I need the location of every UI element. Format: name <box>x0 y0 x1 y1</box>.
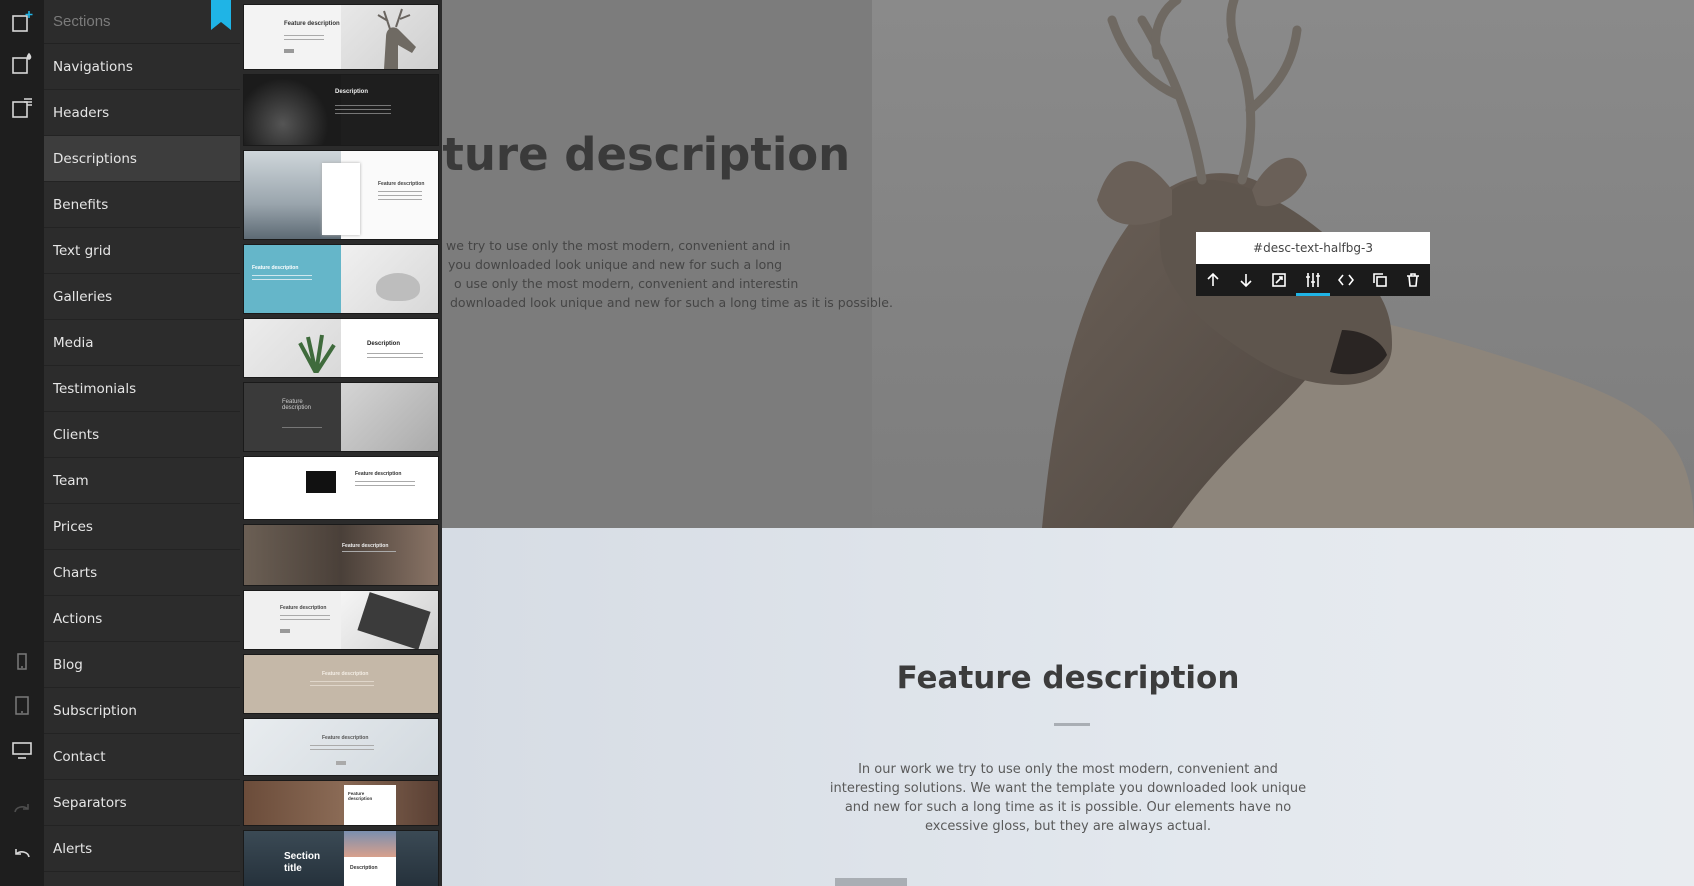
sidebar-item-contact[interactable]: Contact <box>44 734 240 780</box>
sidebar-item-headers[interactable]: Headers <box>44 90 240 136</box>
thumbnail-label: Description <box>367 341 401 347</box>
page-canvas: ature description we try to use only the… <box>442 0 1694 886</box>
sidebar-item-testimonials[interactable]: Testimonials <box>44 366 240 412</box>
desktop-view-icon <box>12 742 32 759</box>
add-section-icon <box>12 11 33 32</box>
section-button[interactable] <box>835 878 907 886</box>
sidebar-item-alerts[interactable]: Alerts <box>44 826 240 872</box>
section-id-label: #desc-text-halfbg-3 <box>1196 232 1430 264</box>
redo-icon <box>14 804 29 813</box>
thumbnail-label: Feature description <box>378 181 425 187</box>
settings-icon <box>1305 273 1320 287</box>
thumbnail-item[interactable]: Section title Description <box>243 830 439 886</box>
thumbnail-item[interactable]: Feature description <box>243 524 439 586</box>
sidebar-item-galleries[interactable]: Galleries <box>44 274 240 320</box>
thumbnail-label: Feature description <box>355 471 402 477</box>
toolbar-buttons <box>1196 264 1430 296</box>
sidebar-item-navigations[interactable]: Navigations <box>44 44 240 90</box>
thumbnail-item[interactable]: Description <box>243 74 439 146</box>
duplicate-icon <box>1372 273 1387 287</box>
sidebar-item-descriptions[interactable]: Descriptions <box>44 136 240 182</box>
tablet-view-icon <box>15 696 29 715</box>
section-feature-description[interactable]: Feature description In our work we try t… <box>442 528 1694 886</box>
add-section-button[interactable] <box>0 0 44 44</box>
delete-button[interactable] <box>1396 264 1429 296</box>
text-line: we try to use only the most modern, conv… <box>446 238 791 253</box>
redo-button[interactable] <box>0 786 44 830</box>
code-icon <box>1338 274 1355 286</box>
undo-icon <box>15 849 30 858</box>
thumbnail-sublabel: Description <box>350 865 378 871</box>
delete-icon <box>1407 273 1420 287</box>
thumbnail-label: Feature description <box>282 399 312 411</box>
sidebar-item-charts[interactable]: Charts <box>44 550 240 596</box>
section-text: In our work we try to use only the most … <box>632 760 1504 836</box>
section-paragraph: In our work we try to use only the most … <box>829 762 1307 834</box>
thumbnail-label: Feature description <box>348 791 373 801</box>
thumbnail-label: Feature description <box>322 671 369 677</box>
thumbnail-item[interactable]: Feature description <box>243 456 439 520</box>
sidebar-item-actions[interactable]: Actions <box>44 596 240 642</box>
add-styled-section-button[interactable] <box>0 42 44 86</box>
sidebar-item-team[interactable]: Team <box>44 458 240 504</box>
section-toolbar: #desc-text-halfbg-3 <box>1196 232 1430 296</box>
move-down-icon <box>1240 274 1252 288</box>
thumbnail-label: Section title <box>284 851 321 874</box>
undo-button[interactable] <box>0 830 44 874</box>
code-button[interactable] <box>1330 264 1363 296</box>
thumbnail-label: Feature description <box>284 21 340 27</box>
thumbnail-item[interactable]: Feature description <box>243 654 439 714</box>
sidebar-item-prices[interactable]: Prices <box>44 504 240 550</box>
section-thumbnails: Feature description Description Feature … <box>240 0 442 886</box>
crop-icon <box>1272 273 1287 287</box>
section-list-icon <box>12 98 32 118</box>
sidebar-item-text-grid[interactable]: Text grid <box>44 228 240 274</box>
thumbnail-label: Description <box>335 89 369 95</box>
thumbnail-item[interactable]: Feature description <box>243 150 439 240</box>
section-desc-text-halfbg[interactable]: ature description we try to use only the… <box>442 0 1694 528</box>
section-category-menu: Sections Navigations Headers Descriptions B… <box>44 0 240 886</box>
move-down-button[interactable] <box>1229 264 1262 296</box>
mobile-view-button[interactable] <box>0 640 44 684</box>
thumbnail-item[interactable]: Feature description <box>243 780 439 826</box>
settings-button[interactable] <box>1296 264 1330 296</box>
title-divider <box>1054 723 1090 726</box>
sidebar-item-media[interactable]: Media <box>44 320 240 366</box>
text-line: you downloaded look unique and new for s… <box>448 257 783 272</box>
thumbnail-label: Feature description <box>252 265 299 271</box>
thumbnail-item[interactable]: Feature description <box>243 382 439 452</box>
thumbnail-item[interactable]: Feature description <box>243 244 439 314</box>
section-text: we try to use only the most modern, conv… <box>446 236 893 312</box>
text-line: o use only the most modern, convenient a… <box>454 276 799 291</box>
tablet-view-button[interactable] <box>0 684 44 728</box>
thumbnail-item[interactable]: Description <box>243 318 439 378</box>
tool-rail <box>0 0 44 886</box>
thumbnail-item[interactable]: Feature description <box>243 718 439 776</box>
thumbnail-item[interactable]: Feature description <box>243 4 439 70</box>
move-up-button[interactable] <box>1196 264 1229 296</box>
section-title: ature description <box>442 128 851 181</box>
thumbnail-label: Feature description <box>280 605 327 611</box>
sidebar-item-clients[interactable]: Clients <box>44 412 240 458</box>
thumbnail-label: Feature description <box>342 543 389 549</box>
move-up-icon <box>1207 272 1219 286</box>
desktop-view-button[interactable] <box>0 728 44 772</box>
sidebar-item-benefits[interactable]: Benefits <box>44 182 240 228</box>
category-list: Navigations Headers Descriptions Benefits Te… <box>44 44 240 872</box>
sidebar-item-subscription[interactable]: Subscription <box>44 688 240 734</box>
thumbnail-label: Feature description <box>322 735 369 741</box>
bookmark-icon[interactable] <box>211 0 231 30</box>
add-styled-section-icon <box>12 52 32 74</box>
mobile-view-icon <box>17 653 27 670</box>
section-list-button[interactable] <box>0 86 44 130</box>
text-line: downloaded look unique and new for such … <box>450 295 893 310</box>
section-title: Feature description <box>896 660 1240 696</box>
crop-button[interactable] <box>1263 264 1296 296</box>
sidebar-item-blog[interactable]: Blog <box>44 642 240 688</box>
thumbnail-item[interactable]: Feature description <box>243 590 439 650</box>
sidebar-item-separators[interactable]: Separators <box>44 780 240 826</box>
duplicate-button[interactable] <box>1363 264 1396 296</box>
